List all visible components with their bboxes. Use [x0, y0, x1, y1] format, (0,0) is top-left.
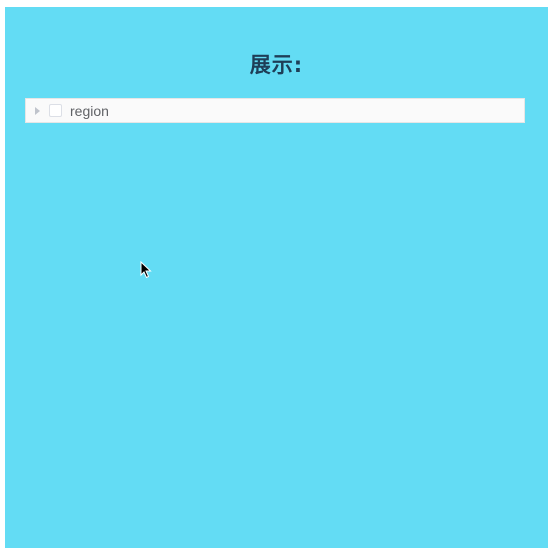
caret-right-icon[interactable]	[35, 106, 40, 115]
node-checkbox[interactable]	[49, 104, 62, 117]
tree-node-region[interactable]: region	[25, 98, 525, 123]
mouse-cursor-icon	[140, 261, 152, 279]
tree-node-label: region	[70, 102, 109, 119]
page-container: 展示: region	[5, 7, 548, 548]
page-title: 展示:	[249, 53, 304, 77]
